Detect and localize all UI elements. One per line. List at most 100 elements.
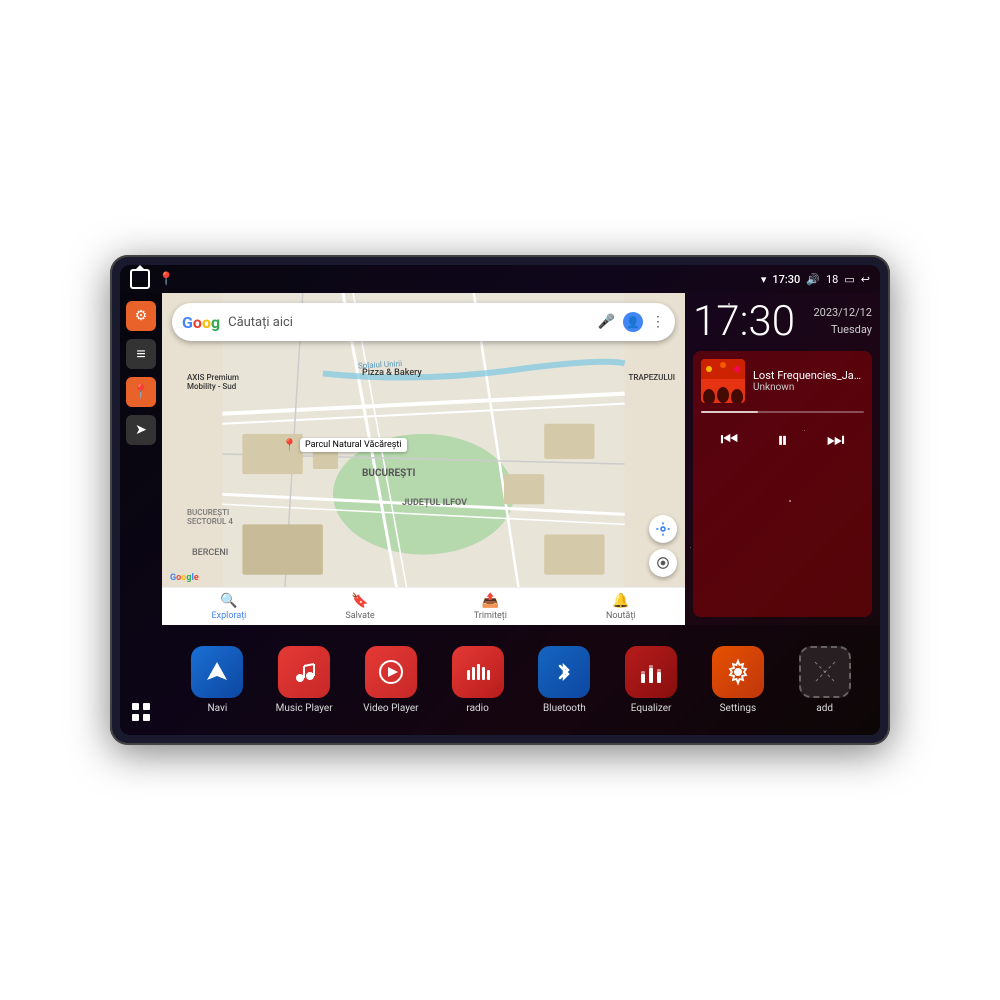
sidebar-nav-btn[interactable]: ➤ [126, 415, 156, 445]
explore-label: Explorați [212, 611, 247, 621]
clock-time: 17:30 [693, 301, 795, 343]
map-label-pizza: Pizza & Bakery [362, 368, 422, 378]
maps-icon[interactable]: 📍 [158, 272, 174, 287]
left-sidebar: ⚙ ≡ 📍 ➤ [120, 293, 162, 735]
status-bar: 📍 ▾ 17:30 🔊 18 ▭ ↩ [120, 265, 880, 293]
center-content: Splaiul Unirii AXIS PremiumMobility - Su… [162, 293, 880, 735]
app-radio[interactable]: radio [448, 646, 508, 714]
album-art-svg [701, 359, 745, 403]
sidebar-menu-btn[interactable]: ≡ [126, 339, 156, 369]
status-left: 📍 [130, 269, 174, 289]
navi-icon [191, 646, 243, 698]
battery-icon: ▭ [844, 273, 854, 286]
screen: 📍 ▾ 17:30 🔊 18 ▭ ↩ ⚙ ≡ [120, 265, 880, 735]
map-label-berceni: BERCENI [192, 548, 228, 558]
clock-status: 17:30 [772, 273, 800, 286]
back-icon[interactable]: ↩ [861, 273, 870, 286]
pause-button[interactable]: ⏸ [773, 423, 792, 457]
map-label-ilfov: JUDEȚUL ILFOV [402, 498, 467, 508]
google-g-logo: Goog [182, 313, 220, 332]
park-pin: 📍 Parcul Natural Văcărești [282, 438, 407, 452]
news-label: Noutăți [606, 611, 636, 621]
sidebar-settings-btn[interactable]: ⚙ [126, 301, 156, 331]
explore-icon: 🔍 [220, 593, 237, 609]
volume-icon: 🔊 [806, 273, 820, 286]
music-player-label: Music Player [276, 703, 333, 714]
gear-icon: ⚙ [135, 308, 148, 324]
equalizer-label: Equalizer [631, 703, 672, 714]
map-bottom-nav: 🔍 Explorați 🔖 Salvate 📤 Trimiteți [162, 587, 685, 625]
map-label-axis: AXIS PremiumMobility - Sud [187, 373, 239, 391]
album-art [701, 359, 745, 403]
search-icons: 🎤 👤 ⋮ [598, 312, 665, 332]
map-nav-news[interactable]: 🔔 Noutăți [606, 593, 636, 621]
bottom-apps: Navi Music Player [162, 625, 880, 735]
app-navi[interactable]: Navi [187, 646, 247, 714]
next-button[interactable]: ⏭ [823, 425, 849, 456]
battery-level: 18 [826, 273, 838, 286]
bluetooth-icon [538, 646, 590, 698]
status-right: ▾ 17:30 🔊 18 ▭ ↩ [761, 273, 870, 286]
track-info: Lost Frequencies_Janie... Unknown [753, 369, 864, 393]
wifi-icon: ▾ [761, 273, 767, 286]
map-nav-saved[interactable]: 🔖 Salvate [345, 593, 374, 621]
mic-icon[interactable]: 🎤 [598, 314, 615, 330]
music-controls: ⏮ ⏸ ⏭ [701, 423, 864, 457]
radio-label: radio [466, 703, 488, 714]
google-logo: Google [170, 573, 199, 583]
news-icon: 🔔 [612, 593, 629, 609]
saved-icon: 🔖 [351, 593, 368, 609]
prev-button[interactable]: ⏮ [716, 425, 742, 456]
music-progress-fill [701, 411, 758, 413]
search-input[interactable]: Căutați aici [228, 315, 589, 330]
home-icon[interactable] [130, 269, 150, 289]
map-nav-send[interactable]: 📤 Trimiteți [474, 593, 507, 621]
sidebar-location-btn[interactable]: 📍 [126, 377, 156, 407]
my-location-btn[interactable] [649, 515, 677, 543]
map-nav-explore[interactable]: 🔍 Explorați [212, 593, 247, 621]
map-label-trap: TRAPEZULUI [628, 373, 675, 382]
add-label: add [816, 703, 833, 714]
send-icon: 📤 [482, 593, 499, 609]
app-add[interactable]: add [795, 646, 855, 714]
app-music-player[interactable]: Music Player [274, 646, 334, 714]
map-label-buc: BUCUREȘTI [362, 468, 415, 479]
navi-label: Navi [207, 703, 227, 714]
settings-label: Settings [720, 703, 757, 714]
map-search-bar[interactable]: Goog Căutați aici 🎤 👤 ⋮ [172, 303, 675, 341]
music-track-row: Lost Frequencies_Janie... Unknown [701, 359, 864, 403]
device: 📍 ▾ 17:30 🔊 18 ▭ ↩ ⚙ ≡ [110, 255, 890, 745]
bluetooth-label: Bluetooth [543, 703, 586, 714]
clock-widget: 17:30 2023/12/12 Tuesday [693, 301, 872, 343]
app-bluetooth[interactable]: Bluetooth [534, 646, 594, 714]
video-player-icon [365, 646, 417, 698]
park-label: Parcul Natural Văcărești [300, 438, 407, 452]
right-panel: 17:30 2023/12/12 Tuesday [685, 293, 880, 625]
app-video-player[interactable]: Video Player [361, 646, 421, 714]
map-label-sec4: BUCUREȘTISECTORUL 4 [187, 508, 233, 526]
track-title: Lost Frequencies_Janie... [753, 369, 864, 382]
location-btn[interactable] [649, 549, 677, 577]
music-widget: Lost Frequencies_Janie... Unknown ⏮ ⏸ ⏭ [693, 351, 872, 617]
app-settings[interactable]: Settings [708, 646, 768, 714]
sidebar-grid-btn[interactable] [126, 697, 156, 727]
clock-date-text: 2023/12/12 [813, 305, 872, 322]
more-icon[interactable]: ⋮ [651, 314, 665, 330]
settings-app-icon [712, 646, 764, 698]
top-row: Splaiul Unirii AXIS PremiumMobility - Su… [162, 293, 880, 625]
radio-icon [452, 646, 504, 698]
location-icon: 📍 [132, 384, 149, 400]
add-icon [799, 646, 851, 698]
saved-label: Salvate [345, 611, 374, 621]
video-player-label: Video Player [363, 703, 418, 714]
clock-day: Tuesday [813, 322, 872, 339]
track-artist: Unknown [753, 382, 864, 393]
app-equalizer[interactable]: Equalizer [621, 646, 681, 714]
equalizer-icon [625, 646, 677, 698]
user-icon[interactable]: 👤 [623, 312, 643, 332]
grid-icon [131, 702, 151, 722]
send-label: Trimiteți [474, 611, 507, 621]
clock-date: 2023/12/12 Tuesday [813, 305, 872, 338]
map-container[interactable]: Splaiul Unirii AXIS PremiumMobility - Su… [162, 293, 685, 625]
music-player-icon [278, 646, 330, 698]
